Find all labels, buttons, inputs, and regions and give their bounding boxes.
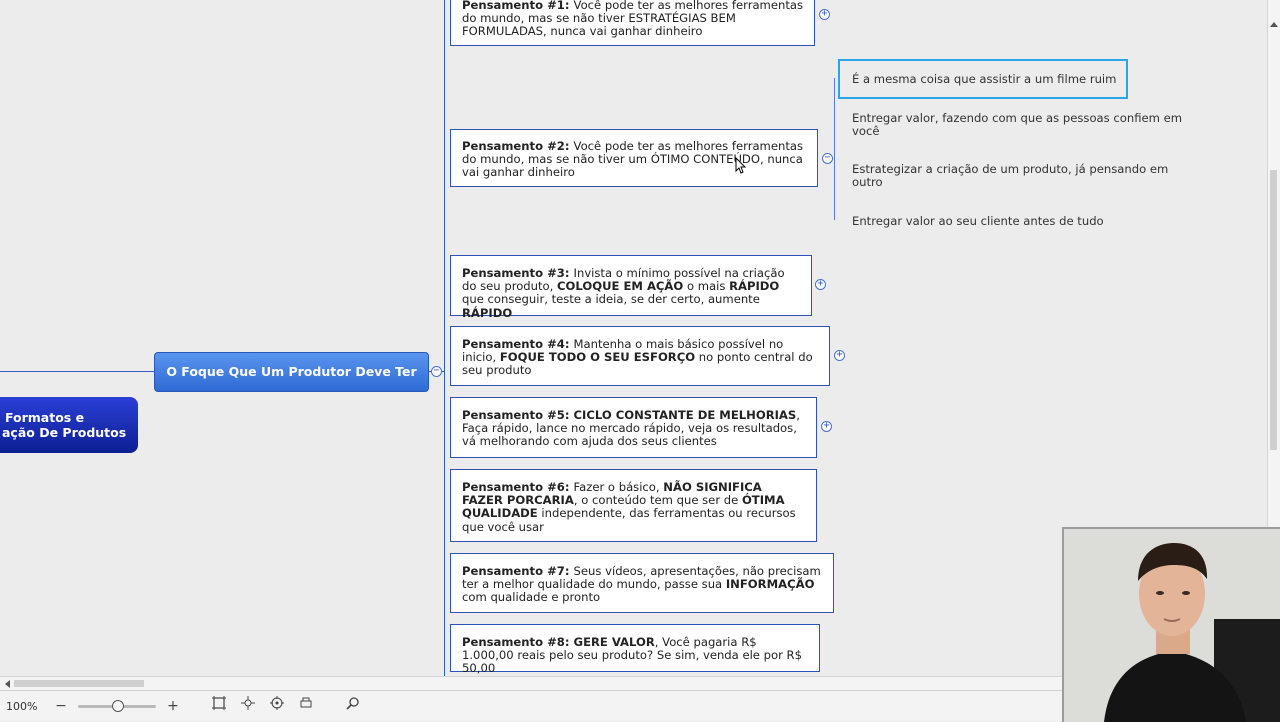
webcam-overlay [1062,527,1280,722]
subtopic-4[interactable]: Entregar valor ao seu cliente antes de t… [852,215,1152,228]
parent-topic-line1: Formatos e [5,410,85,425]
central-topic[interactable]: O Foque Que Um Produtor Deve Ter [154,352,429,392]
print-icon[interactable] [295,695,317,717]
zoom-in-button[interactable]: + [162,695,184,717]
thought-3-text-b: o mais [683,279,730,294]
parent-topic-line2: ação De Produtos [2,425,127,440]
thought-2-title: Pensamento #2: [462,139,574,153]
thought-node-2[interactable]: Pensamento #2: Você pode ter as melhores… [450,129,818,187]
thought-node-6[interactable]: Pensamento #6: Fazer o básico, NÃO SIGNI… [450,469,817,542]
thought-node-1[interactable]: Pensamento #1: Você pode ter as melhores… [450,0,815,46]
vertical-scroll-thumb[interactable] [1270,170,1277,450]
thought-3-bold-b: RÁPIDO [729,279,780,294]
focus-topic-icon[interactable] [266,695,288,717]
center-map-icon[interactable] [237,695,259,717]
mouse-cursor-icon [735,157,747,174]
scroll-up-icon[interactable] [1270,22,1278,27]
parent-topic[interactable]: Formatos e ação De Produtos [0,397,138,453]
thought-7-text-b: com qualidade e pronto [462,590,601,605]
scroll-left-icon[interactable] [5,680,10,688]
subtopic-1[interactable]: É a mesma coisa que assistir a um filme … [852,73,1132,86]
zoom-out-button[interactable]: − [50,695,72,717]
expand-toggle-thought-3[interactable]: + [815,279,826,290]
thought-7-bold-a: INFORMAÇÃO [725,577,815,592]
thought-node-5[interactable]: Pensamento #5: CICLO CONSTANTE DE MELHOR… [450,397,817,458]
thought-6-title: Pensamento #6: [462,480,574,494]
thought-6-text-a: Fazer o básico, [573,480,664,494]
thought-3-bold-c: RÁPIDO [462,305,513,320]
collapse-toggle-thought-2[interactable]: − [822,153,833,164]
zoom-slider-knob[interactable] [112,700,124,712]
connector-parent-to-central [0,371,155,372]
thought-5-title: Pensamento #5: [462,408,574,422]
expand-toggle-thought-5[interactable]: + [821,421,832,432]
zoom-level: 100% [6,700,38,713]
thought-node-7[interactable]: Pensamento #7: Seus vídeos, apresentaçõe… [450,553,834,613]
expand-toggle-thought-1[interactable]: + [819,9,830,20]
thought-4-bold-a: FOQUE TODO O SEU ESFORÇO [499,350,696,365]
thought-3-bold-a: COLOQUE EM AÇÃO [557,279,684,294]
thought-node-4[interactable]: Pensamento #4: Mantenha o mais básico po… [450,326,830,386]
subtopic-2[interactable]: Entregar valor, fazendo com que as pesso… [852,112,1197,138]
collapse-toggle-central[interactable]: − [431,366,442,377]
horizontal-scroll-thumb[interactable] [14,680,144,687]
thought-6-text-b: , o conteúdo tem que ser de [573,493,742,508]
thought-node-8[interactable]: Pensamento #8: GERE VALOR, Você pagaria … [450,624,820,675]
connector-subtopics [834,78,835,220]
thought-4-title: Pensamento #4: [462,337,574,351]
thought-3-title: Pensamento #3: [462,266,574,280]
thought-8-bold-a: GERE VALOR [573,635,655,649]
thought-node-3[interactable]: Pensamento #3: Invista o mínimo possível… [450,255,812,319]
fit-map-icon[interactable] [208,695,230,717]
subtopic-3[interactable]: Estrategizar a criação de um produto, já… [852,163,1187,189]
presenter-video-icon [1064,529,1280,722]
thought-3-text-c: que conseguir, teste a ideia, se der cer… [462,292,760,307]
thought-7-title: Pensamento #7: [462,564,574,578]
thought-5-bold-a: CICLO CONSTANTE DE MELHORIAS [573,408,797,422]
search-icon[interactable] [342,695,364,717]
thought-8-title: Pensamento #8: [462,635,574,649]
expand-toggle-thought-4[interactable]: + [834,350,845,361]
connector-trunk [444,0,445,676]
